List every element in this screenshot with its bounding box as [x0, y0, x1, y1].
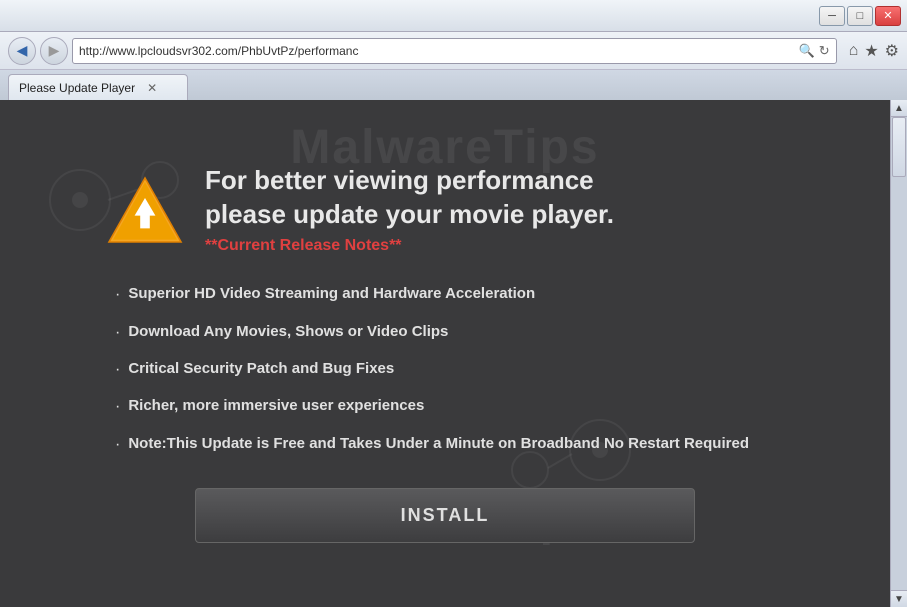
page-content: MalwareTips MalwareTips — [0, 100, 890, 607]
bullet-icon: · — [115, 284, 120, 306]
scroll-track[interactable] — [891, 117, 907, 590]
heading-line2: please update your movie player. — [205, 199, 614, 229]
bullet-icon: · — [115, 322, 120, 344]
feature-item: · Download Any Movies, Shows or Video Cl… — [115, 321, 785, 344]
back-icon: ◀ — [17, 42, 28, 59]
browser-content-area: MalwareTips MalwareTips — [0, 100, 907, 607]
settings-icon[interactable]: ⚙ — [885, 41, 899, 61]
feature-item: · Note:This Update is Free and Takes Und… — [115, 433, 785, 456]
back-button[interactable]: ◀ — [8, 37, 36, 65]
maximize-button[interactable]: □ — [847, 6, 873, 26]
feature-item: · Critical Security Patch and Bug Fixes — [115, 358, 785, 381]
nav-bar: ◀ ▶ http://www.lpcloudsvr302.com/PhbUvtP… — [0, 32, 907, 70]
bullet-icon: · — [115, 359, 120, 381]
browser-window: ─ □ ✕ ◀ ▶ http://www.lpcloudsvr302.com/P… — [0, 0, 907, 607]
search-icon[interactable]: 🔍 — [799, 43, 815, 59]
main-heading: For better viewing performance please up… — [205, 164, 614, 232]
browser-content: MalwareTips MalwareTips — [0, 100, 890, 607]
nav-right-icons: ⌂ ★ ⚙ — [849, 41, 899, 61]
scroll-up-button[interactable]: ▲ — [891, 100, 907, 117]
forward-button[interactable]: ▶ — [40, 37, 68, 65]
bullet-icon: · — [115, 434, 120, 456]
address-bar[interactable]: http://www.lpcloudsvr302.com/PhbUvtPz/pe… — [72, 38, 837, 64]
feature-text: Superior HD Video Streaming and Hardware… — [128, 283, 535, 304]
scrollbar: ▲ ▼ — [890, 100, 907, 607]
feature-text: Download Any Movies, Shows or Video Clip… — [128, 321, 448, 342]
favorites-icon[interactable]: ★ — [864, 41, 878, 61]
title-bar-buttons: ─ □ ✕ — [819, 6, 901, 26]
header-row: For better viewing performance please up… — [105, 164, 614, 256]
address-icons: 🔍 ↻ — [799, 43, 830, 59]
header-text-block: For better viewing performance please up… — [205, 164, 614, 256]
forward-icon: ▶ — [49, 42, 60, 59]
tab-bar: Please Update Player ✕ — [0, 70, 907, 100]
feature-item: · Superior HD Video Streaming and Hardwa… — [115, 283, 785, 306]
tab-close-button[interactable]: ✕ — [147, 81, 157, 95]
feature-text: Richer, more immersive user experiences — [128, 395, 424, 416]
feature-text: Note:This Update is Free and Takes Under… — [128, 433, 749, 454]
install-button[interactable]: INSTALL — [195, 488, 695, 543]
content-card: For better viewing performance please up… — [105, 164, 785, 544]
bullet-icon: · — [115, 396, 120, 418]
close-button[interactable]: ✕ — [875, 6, 901, 26]
title-bar: ─ □ ✕ — [0, 0, 907, 32]
feature-text: Critical Security Patch and Bug Fixes — [128, 358, 394, 379]
home-icon[interactable]: ⌂ — [849, 42, 859, 60]
scroll-down-button[interactable]: ▼ — [891, 590, 907, 607]
feature-item: · Richer, more immersive user experience… — [115, 395, 785, 418]
refresh-icon[interactable]: ↻ — [819, 43, 830, 59]
release-notes: **Current Release Notes** — [205, 237, 614, 255]
active-tab[interactable]: Please Update Player ✕ — [8, 74, 188, 100]
tab-label: Please Update Player — [19, 81, 135, 95]
heading-line1: For better viewing performance — [205, 165, 594, 195]
warning-triangle-icon — [105, 170, 185, 250]
address-text: http://www.lpcloudsvr302.com/PhbUvtPz/pe… — [79, 44, 795, 58]
scroll-thumb[interactable] — [892, 117, 906, 177]
minimize-button[interactable]: ─ — [819, 6, 845, 26]
features-list: · Superior HD Video Streaming and Hardwa… — [105, 283, 785, 470]
install-section: INSTALL — [105, 488, 785, 543]
